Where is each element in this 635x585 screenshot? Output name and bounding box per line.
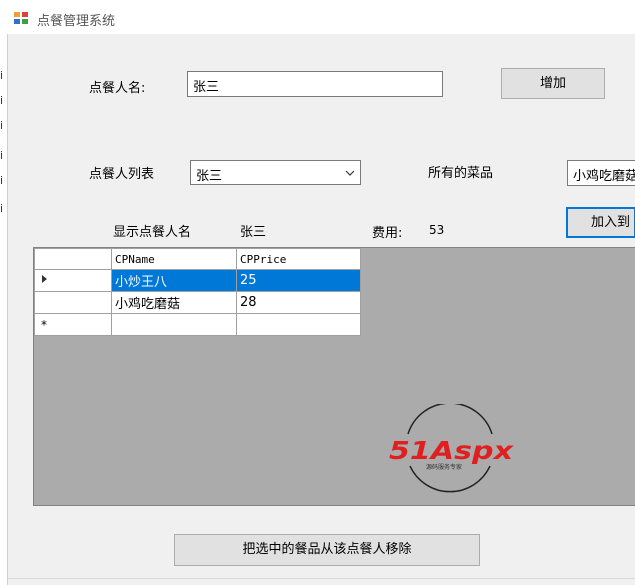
- left-window-edge: [0, 34, 8, 585]
- edge-glyph: i: [0, 69, 4, 82]
- cell-cpname[interactable]: [111, 313, 237, 336]
- add-button[interactable]: 增加: [501, 68, 605, 99]
- name-input[interactable]: 张三: [187, 71, 443, 97]
- column-header-cpprice[interactable]: CPPrice: [236, 248, 361, 270]
- app-icon: [13, 11, 29, 25]
- cell-cpprice[interactable]: 28: [236, 291, 361, 314]
- watermark-tagline: 源码服务专家: [426, 463, 462, 471]
- cost-label: 费用:: [372, 226, 403, 241]
- grid-corner-header: [34, 248, 112, 270]
- edge-glyph: i: [0, 149, 4, 162]
- edge-glyph: i: [0, 174, 4, 187]
- dish-grid[interactable]: CPName CPPrice 小炒王八 25 小鸡吃磨菇 28 *: [33, 247, 635, 506]
- watermark-brand: 51Aspx: [389, 436, 514, 465]
- name-label: 点餐人名:: [89, 81, 146, 96]
- table-row[interactable]: 小炒王八 25: [34, 269, 361, 292]
- cell-cpprice[interactable]: 25: [236, 269, 361, 292]
- table-row[interactable]: 小鸡吃磨菇 28: [34, 291, 361, 314]
- dish-table: CPName CPPrice 小炒王八 25 小鸡吃磨菇 28 *: [34, 248, 361, 336]
- diner-list-label: 点餐人列表: [89, 167, 155, 182]
- edge-glyph: i: [0, 94, 4, 107]
- cost-value: 53: [429, 223, 445, 237]
- new-row-marker[interactable]: *: [34, 313, 112, 336]
- dish-combo-value: 小鸡吃磨菇: [573, 169, 635, 184]
- grid-header-row: CPName CPPrice: [34, 248, 361, 270]
- show-name-label: 显示点餐人名: [113, 225, 192, 240]
- current-row-arrow-icon: [42, 275, 47, 283]
- bottom-divider: [8, 578, 635, 579]
- show-name-value: 张三: [240, 225, 267, 240]
- diner-combo[interactable]: 张三: [190, 160, 361, 185]
- cell-cpprice[interactable]: [236, 313, 361, 336]
- table-row-new[interactable]: *: [34, 313, 361, 336]
- row-header[interactable]: [34, 269, 112, 292]
- all-dishes-label: 所有的菜品: [428, 166, 494, 181]
- diner-combo-value: 张三: [196, 169, 223, 184]
- row-header[interactable]: [34, 291, 112, 314]
- chevron-down-icon: [345, 170, 355, 176]
- cell-cpname[interactable]: 小鸡吃磨菇: [111, 291, 237, 314]
- add-to-button[interactable]: 加入到: [566, 207, 635, 238]
- cell-cpname[interactable]: 小炒王八: [111, 269, 237, 292]
- edge-glyph: i: [0, 202, 4, 215]
- dish-combo[interactable]: 小鸡吃磨菇: [567, 160, 635, 186]
- watermark-logo: 51Aspx 源码服务专家: [389, 404, 514, 493]
- window-title: 点餐管理系统: [37, 14, 116, 29]
- edge-glyph: i: [0, 119, 4, 132]
- remove-button[interactable]: 把选中的餐品从该点餐人移除: [174, 534, 480, 566]
- column-header-cpname[interactable]: CPName: [111, 248, 237, 270]
